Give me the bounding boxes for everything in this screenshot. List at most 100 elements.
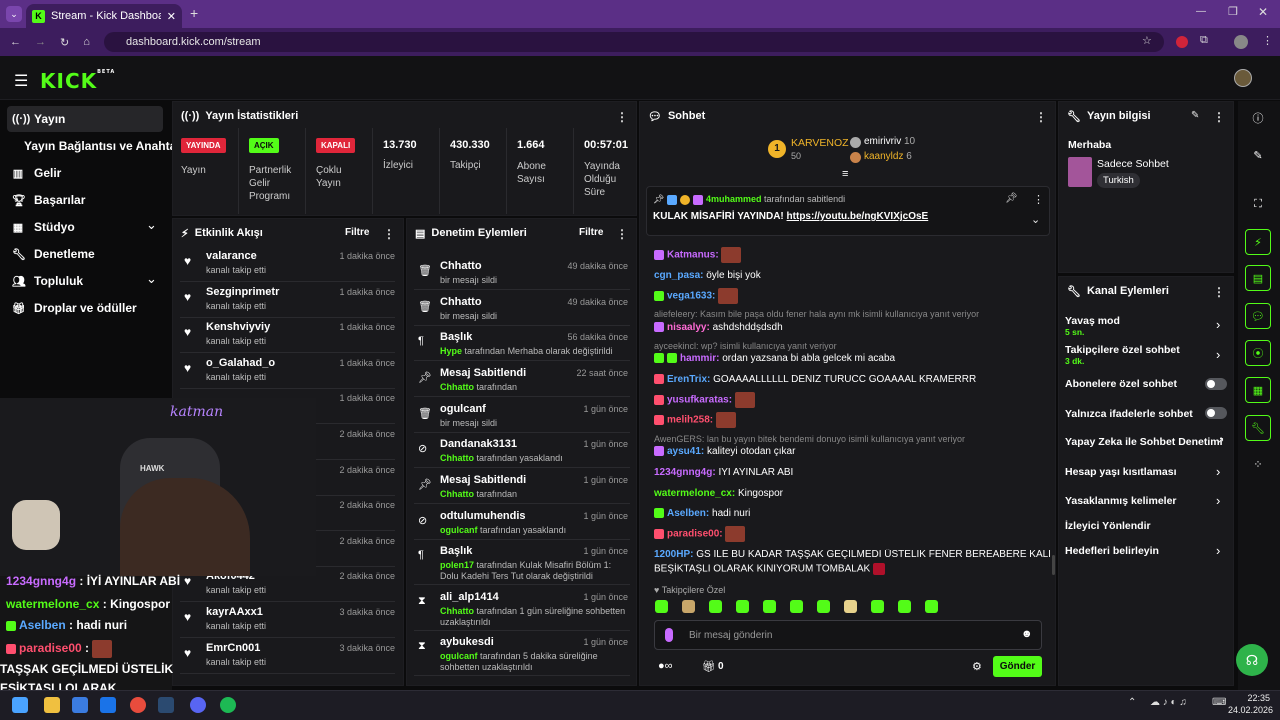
back-icon[interactable]: ← — [10, 36, 21, 48]
moderation-target[interactable]: odtulumuhendis — [440, 510, 526, 522]
chrome-icon[interactable] — [130, 697, 146, 713]
slow-mode[interactable]: Yavaş mod — [1065, 315, 1228, 327]
forward-icon[interactable]: → — [35, 36, 46, 48]
bookmark-star-icon[interactable]: ☆ — [1142, 34, 1152, 47]
window-close-button[interactable]: ✕ — [1258, 5, 1268, 19]
pinned-menu-icon[interactable]: ⋮ — [1033, 193, 1044, 206]
stats-menu-icon[interactable]: ⋮ — [616, 110, 628, 124]
moderation-filter-button[interactable]: Filtre — [579, 227, 603, 238]
outlook-icon[interactable] — [100, 697, 116, 713]
moderation-target[interactable]: Mesaj Sabitlendi — [440, 474, 526, 486]
clock[interactable]: 22:35 — [1240, 693, 1270, 703]
info-icon[interactable]: ⓘ — [1245, 105, 1271, 131]
account-age-restriction[interactable]: Hesap yaşı kısıtlaması — [1065, 466, 1228, 478]
hamburger-menu-icon[interactable]: ☰ — [14, 71, 28, 91]
microphone-icon[interactable] — [665, 628, 673, 642]
tray-chevron-icon[interactable]: ⌃ — [1128, 697, 1136, 708]
moderation-target[interactable]: Chhatto — [440, 260, 482, 272]
subscriber-only-toggle[interactable] — [1205, 378, 1227, 390]
screen-icon[interactable]: ⛶ — [1245, 191, 1271, 217]
activity-user[interactable]: o_Galahad_o — [206, 357, 275, 369]
network-icon[interactable]: ⌨ — [1212, 697, 1226, 708]
store-icon[interactable] — [72, 697, 88, 713]
activity-user[interactable]: kayrAAxx1 — [206, 606, 263, 618]
moderation-target[interactable]: ali_alp1414 — [440, 591, 499, 603]
sidebar-item-moderation[interactable]: 🔧︎ Denetleme — [12, 247, 95, 261]
file-explorer-icon[interactable] — [44, 697, 60, 713]
reload-icon[interactable]: ↻ — [60, 36, 69, 49]
sidebar-item-stream[interactable]: ((·)) Yayın — [12, 112, 65, 126]
chevron-right-icon[interactable]: › — [1216, 317, 1220, 332]
user-avatar[interactable] — [1234, 69, 1252, 87]
chat-icon[interactable]: 💬︎ — [1245, 303, 1271, 329]
channel-actions-menu-icon[interactable]: ⋮ — [1213, 285, 1225, 299]
chevron-right-icon[interactable]: › — [1216, 464, 1220, 479]
points-icon[interactable]: ●∞ — [658, 660, 673, 672]
moderation-target[interactable]: ogulcanf — [440, 403, 486, 415]
pencil-icon[interactable]: ✎ — [1245, 142, 1271, 168]
emote-bar[interactable] — [648, 600, 1044, 616]
chevron-down-icon[interactable]: ⌄ — [146, 217, 157, 233]
activity-filter-button[interactable]: Filtre — [345, 227, 369, 238]
chevron-down-icon[interactable]: ⌄ — [1031, 213, 1040, 226]
discord-icon[interactable] — [190, 697, 206, 713]
moderation-target[interactable]: Mesaj Sabitlendi — [440, 367, 526, 379]
moderation-target[interactable]: Dandanak3131 — [440, 438, 517, 450]
expand-icon[interactable]: ≡ — [842, 168, 848, 180]
external-link-icon[interactable]: ↗ — [1216, 436, 1224, 447]
ai-moderation[interactable]: Yapay Zeka ile Sohbet Denetimi — [1065, 436, 1228, 448]
tab-search-button[interactable]: ⌄ — [6, 6, 22, 22]
moderation-target[interactable]: Başlık — [440, 331, 472, 343]
gift-icon[interactable]: 🎁︎ — [702, 660, 716, 673]
sidebar-item-drops[interactable]: 🎁︎ Droplar ve ödüller — [12, 301, 137, 315]
moderation-menu-icon[interactable]: ⋮ — [616, 227, 628, 241]
extension-icon[interactable] — [1176, 36, 1188, 48]
spotify-icon[interactable] — [220, 697, 236, 713]
home-icon[interactable]: ⌂ — [83, 36, 90, 48]
chat-menu-icon[interactable]: ⋮ — [1035, 110, 1047, 124]
leaderboard-first[interactable]: KARVENOZ — [791, 137, 849, 149]
leaderboard-second[interactable]: emirivriv 10 — [864, 136, 915, 147]
maximize-button[interactable]: ❐ — [1228, 5, 1238, 18]
browser-tab[interactable]: K Stream - Kick Dashboard ✕ — [26, 4, 182, 28]
windows-start-icon[interactable] — [12, 697, 28, 713]
leaderboard-third[interactable]: kaanyldz 6 — [864, 151, 912, 162]
kick-logo[interactable]: KICKBETA — [40, 69, 115, 93]
minimize-button[interactable]: — — [1196, 6, 1206, 17]
chevron-right-icon[interactable]: › — [1216, 543, 1220, 558]
tab-close-icon[interactable]: ✕ — [167, 10, 176, 23]
stream-info-menu-icon[interactable]: ⋮ — [1213, 110, 1225, 124]
lightning-icon[interactable]: ⚡︎ — [1245, 229, 1271, 255]
follower-only-chat[interactable]: Takipçilere özel sohbet — [1065, 344, 1228, 356]
sidebar-item-studio[interactable]: ▦ Stüdyo — [12, 220, 75, 234]
send-button[interactable]: Gönder — [993, 656, 1042, 677]
profile-avatar[interactable] — [1234, 35, 1248, 49]
sidebar-item-revenue[interactable]: ▥ Gelir — [12, 166, 62, 180]
chevron-down-icon[interactable]: ⌄ — [146, 271, 157, 287]
activity-menu-icon[interactable]: ⋮ — [383, 227, 395, 241]
wrench-icon[interactable]: 🔧︎ — [1245, 415, 1271, 441]
chat-scrollbar[interactable] — [1052, 555, 1055, 575]
emote-only-toggle[interactable] — [1205, 407, 1227, 419]
tray-icons[interactable]: ☁ ♪ ◐ ♫ — [1150, 697, 1187, 708]
moderation-target[interactable]: aybukesdi — [440, 636, 494, 648]
redirect-viewers[interactable]: İzleyici Yönlendir — [1065, 520, 1228, 532]
chevron-right-icon[interactable]: › — [1216, 347, 1220, 362]
moderation-target[interactable]: Başlık — [440, 545, 472, 557]
steam-icon[interactable] — [158, 697, 174, 713]
url-field[interactable]: dashboard.kick.com/stream — [104, 32, 1164, 52]
banned-words[interactable]: Yasaklanmış kelimeler — [1065, 495, 1228, 507]
pinned-link[interactable]: https://youtu.be/ngKVIXjcOsE — [787, 211, 929, 222]
unpin-icon[interactable]: 📌︎ — [1005, 193, 1018, 204]
support-headset-icon[interactable]: ☊ — [1236, 644, 1268, 676]
new-tab-button[interactable]: + — [190, 5, 198, 21]
chevron-right-icon[interactable]: › — [1216, 493, 1220, 508]
extensions-puzzle-icon[interactable]: ⧉ — [1200, 34, 1208, 47]
set-goals[interactable]: Hedefleri belirleyin — [1065, 545, 1228, 557]
settings-gear-icon[interactable]: ⚙ — [972, 660, 982, 673]
category-name[interactable]: Sadece Sohbet — [1097, 158, 1169, 170]
activity-user[interactable]: EmrCn001 — [206, 642, 260, 654]
activity-user[interactable]: Sezginprimetr — [206, 286, 279, 298]
sidebar-item-stream-key[interactable]: Yayın Bağlantısı ve Anahtarı — [24, 139, 184, 153]
sidebar-item-community[interactable]: 👥︎ Topluluk — [12, 274, 83, 288]
